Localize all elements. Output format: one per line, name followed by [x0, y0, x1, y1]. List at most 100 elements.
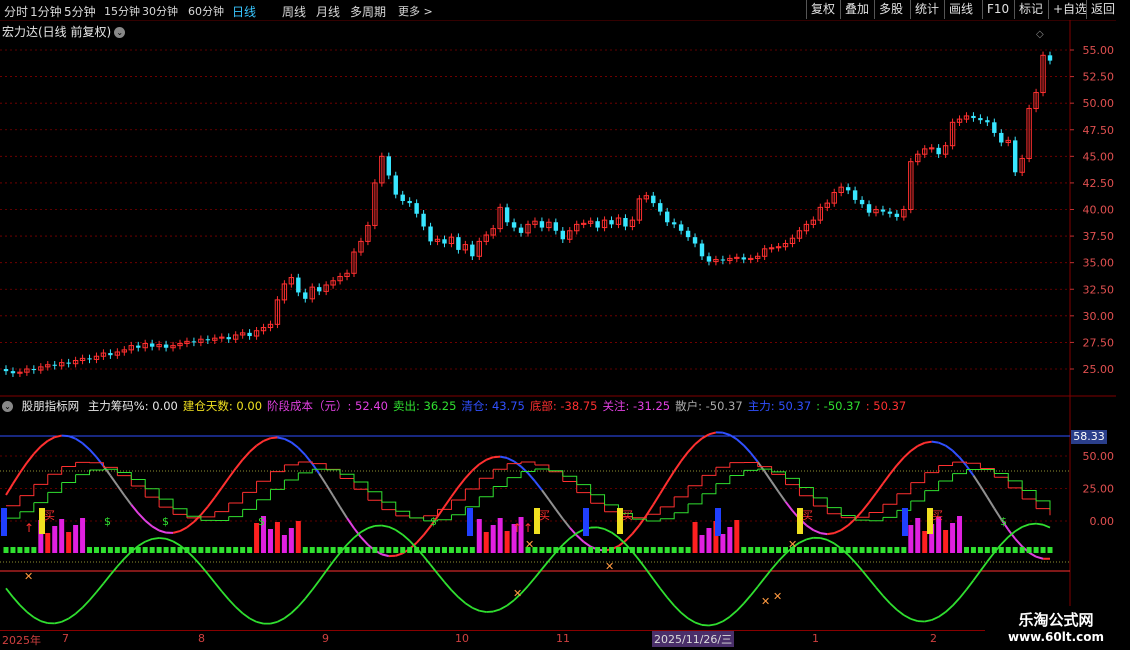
buy-label: 买 — [44, 509, 55, 522]
settings-icon[interactable]: ⌄ — [2, 401, 13, 412]
indicator-bar — [776, 547, 782, 553]
indicator-bar — [803, 547, 809, 553]
mirror-line — [722, 615, 731, 623]
step-line — [270, 464, 285, 473]
indicator-bar — [574, 547, 580, 553]
step-line — [896, 482, 912, 495]
step-line — [910, 472, 926, 484]
candle-body — [414, 203, 419, 214]
price-chart[interactable]: 55.00 52.50 50.00 47.50 45.00 42.50 40.00 37.50… — [0, 0, 1130, 650]
candle-body — [470, 244, 475, 257]
indicator-bar — [504, 531, 510, 553]
candle-body — [428, 226, 433, 242]
indicator-bar — [1047, 547, 1053, 553]
mirror-line — [868, 578, 877, 589]
step-line — [395, 515, 411, 518]
price-tick-label: 47.50 — [1083, 124, 1115, 137]
indicator-bar — [351, 547, 357, 553]
date-label: 8 — [198, 632, 205, 645]
step-line — [910, 490, 926, 502]
step-line — [813, 505, 828, 514]
step-line — [660, 512, 675, 520]
indicator-bar — [567, 547, 573, 553]
step-line — [242, 499, 258, 510]
oscillator-line — [290, 441, 299, 449]
mirror-line — [806, 536, 814, 541]
indicator-value: 阶段成本（元）: 52.40 — [267, 399, 388, 413]
step-line — [228, 509, 244, 518]
mirror-line — [666, 596, 675, 607]
indicator-bar — [546, 547, 552, 553]
indicator-bar — [462, 547, 468, 553]
oscillator-line — [562, 518, 571, 529]
mirror-line — [701, 624, 710, 627]
step-line — [882, 510, 898, 518]
step-line — [19, 502, 35, 513]
mirror-line — [277, 617, 285, 623]
step-line — [952, 469, 967, 475]
candle-body — [66, 362, 71, 364]
candle-body — [971, 115, 976, 119]
oscillator-line — [896, 456, 905, 466]
mirror-line — [137, 540, 146, 547]
signal-mark: $ — [1000, 515, 1007, 528]
indicator-bar — [428, 547, 434, 553]
oscillator-line — [847, 518, 856, 527]
indicator-bar — [407, 547, 413, 553]
oscillator-line — [478, 458, 487, 466]
step-line — [674, 485, 689, 498]
oscillator-line — [95, 456, 105, 467]
step-line — [6, 511, 21, 519]
price-tick-label: 37.50 — [1083, 230, 1115, 243]
mirror-line — [5, 587, 14, 598]
indicator-bar — [602, 547, 608, 553]
step-line — [61, 462, 77, 467]
oscillator-line — [624, 533, 634, 542]
oscillator-line — [820, 532, 828, 536]
mirror-line — [799, 538, 807, 544]
oscillator-line — [924, 440, 932, 444]
indicator-bar — [901, 547, 907, 553]
indicator-bar — [650, 547, 656, 553]
mirror-line — [33, 616, 42, 622]
oscillator-line — [673, 460, 682, 472]
step-line — [521, 461, 536, 465]
mirror-line — [290, 605, 299, 614]
oscillator-line — [457, 477, 467, 488]
indicator-bar — [219, 547, 225, 553]
oscillator-line — [464, 469, 474, 479]
oscillator-line — [311, 463, 321, 475]
step-line — [576, 484, 592, 495]
indicator-bar — [581, 547, 587, 553]
mirror-line — [471, 606, 480, 612]
mirror-line — [249, 617, 257, 623]
step-line — [994, 476, 1009, 488]
mirror-line — [979, 560, 989, 572]
oscillator-line — [297, 447, 306, 456]
step-line — [117, 475, 132, 487]
step-line — [771, 471, 787, 479]
signal-block — [1, 508, 7, 536]
oscillator-line — [931, 440, 939, 444]
candle-body — [692, 237, 698, 244]
indicator-bar — [845, 547, 851, 553]
candle-body — [699, 243, 705, 257]
indicator-bar — [414, 547, 420, 553]
oscillator-line — [805, 524, 814, 531]
mirror-line — [736, 602, 745, 612]
mirror-line — [972, 570, 982, 581]
mirror-line — [304, 589, 313, 600]
candle-body — [678, 224, 684, 231]
oscillator-line — [555, 508, 564, 520]
price-tick-label: 27.50 — [1083, 336, 1115, 349]
step-line — [576, 492, 592, 504]
mirror-line — [826, 539, 835, 545]
price-tick-label: 52.50 — [1083, 71, 1115, 84]
mirror-line — [854, 561, 863, 572]
indicator-bar — [80, 518, 86, 553]
candle-body — [303, 292, 308, 299]
oscillator-line — [443, 496, 453, 508]
oscillator-line — [527, 472, 536, 482]
mirror-line — [729, 610, 738, 618]
mirror-line — [464, 602, 473, 609]
